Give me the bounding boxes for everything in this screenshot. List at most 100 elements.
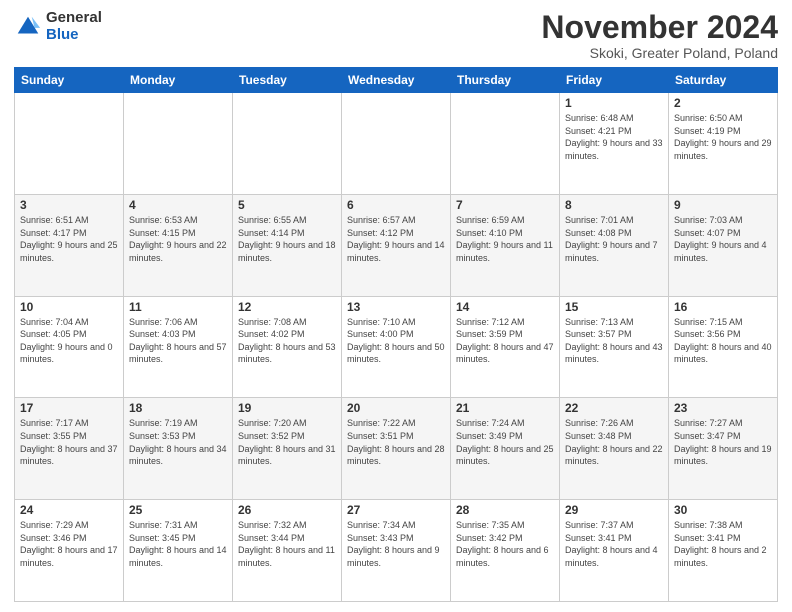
- cell-1-0: 3 Sunrise: 6:51 AMSunset: 4:17 PMDayligh…: [15, 194, 124, 296]
- day-info: Sunrise: 6:51 AMSunset: 4:17 PMDaylight:…: [20, 214, 118, 264]
- cell-2-0: 10 Sunrise: 7:04 AMSunset: 4:05 PMDaylig…: [15, 296, 124, 398]
- day-info: Sunrise: 7:13 AMSunset: 3:57 PMDaylight:…: [565, 316, 663, 366]
- day-number: 3: [20, 198, 118, 212]
- day-info: Sunrise: 7:26 AMSunset: 3:48 PMDaylight:…: [565, 417, 663, 467]
- day-number: 16: [674, 300, 772, 314]
- day-info: Sunrise: 7:04 AMSunset: 4:05 PMDaylight:…: [20, 316, 118, 366]
- day-info: Sunrise: 6:53 AMSunset: 4:15 PMDaylight:…: [129, 214, 227, 264]
- page: General Blue November 2024 Skoki, Greate…: [0, 0, 792, 612]
- day-info: Sunrise: 7:15 AMSunset: 3:56 PMDaylight:…: [674, 316, 772, 366]
- cell-2-2: 12 Sunrise: 7:08 AMSunset: 4:02 PMDaylig…: [233, 296, 342, 398]
- cell-3-2: 19 Sunrise: 7:20 AMSunset: 3:52 PMDaylig…: [233, 398, 342, 500]
- cell-1-3: 6 Sunrise: 6:57 AMSunset: 4:12 PMDayligh…: [342, 194, 451, 296]
- header-row: Sunday Monday Tuesday Wednesday Thursday…: [15, 68, 778, 93]
- header-friday: Friday: [560, 68, 669, 93]
- day-number: 7: [456, 198, 554, 212]
- cell-1-4: 7 Sunrise: 6:59 AMSunset: 4:10 PMDayligh…: [451, 194, 560, 296]
- logo-text: General Blue: [46, 10, 102, 43]
- month-title: November 2024: [541, 10, 778, 45]
- week-row-0: 1 Sunrise: 6:48 AMSunset: 4:21 PMDayligh…: [15, 93, 778, 195]
- day-number: 21: [456, 401, 554, 415]
- day-info: Sunrise: 7:03 AMSunset: 4:07 PMDaylight:…: [674, 214, 772, 264]
- cell-4-1: 25 Sunrise: 7:31 AMSunset: 3:45 PMDaylig…: [124, 500, 233, 602]
- day-number: 10: [20, 300, 118, 314]
- day-info: Sunrise: 7:20 AMSunset: 3:52 PMDaylight:…: [238, 417, 336, 467]
- logo-icon: [14, 13, 42, 41]
- cell-0-3: [342, 93, 451, 195]
- week-row-3: 17 Sunrise: 7:17 AMSunset: 3:55 PMDaylig…: [15, 398, 778, 500]
- day-info: Sunrise: 6:50 AMSunset: 4:19 PMDaylight:…: [674, 112, 772, 162]
- day-number: 20: [347, 401, 445, 415]
- cell-0-5: 1 Sunrise: 6:48 AMSunset: 4:21 PMDayligh…: [560, 93, 669, 195]
- day-number: 6: [347, 198, 445, 212]
- cell-2-4: 14 Sunrise: 7:12 AMSunset: 3:59 PMDaylig…: [451, 296, 560, 398]
- day-number: 27: [347, 503, 445, 517]
- cell-0-6: 2 Sunrise: 6:50 AMSunset: 4:19 PMDayligh…: [669, 93, 778, 195]
- day-number: 5: [238, 198, 336, 212]
- day-info: Sunrise: 6:48 AMSunset: 4:21 PMDaylight:…: [565, 112, 663, 162]
- cell-4-6: 30 Sunrise: 7:38 AMSunset: 3:41 PMDaylig…: [669, 500, 778, 602]
- cell-4-3: 27 Sunrise: 7:34 AMSunset: 3:43 PMDaylig…: [342, 500, 451, 602]
- header-thursday: Thursday: [451, 68, 560, 93]
- logo-blue: Blue: [46, 27, 102, 44]
- calendar-table: Sunday Monday Tuesday Wednesday Thursday…: [14, 67, 778, 602]
- day-info: Sunrise: 7:38 AMSunset: 3:41 PMDaylight:…: [674, 519, 772, 569]
- day-info: Sunrise: 7:10 AMSunset: 4:00 PMDaylight:…: [347, 316, 445, 366]
- day-number: 23: [674, 401, 772, 415]
- day-info: Sunrise: 7:17 AMSunset: 3:55 PMDaylight:…: [20, 417, 118, 467]
- cell-0-0: [15, 93, 124, 195]
- day-number: 17: [20, 401, 118, 415]
- cell-3-4: 21 Sunrise: 7:24 AMSunset: 3:49 PMDaylig…: [451, 398, 560, 500]
- day-number: 12: [238, 300, 336, 314]
- cell-3-5: 22 Sunrise: 7:26 AMSunset: 3:48 PMDaylig…: [560, 398, 669, 500]
- location: Skoki, Greater Poland, Poland: [541, 45, 778, 61]
- cell-0-2: [233, 93, 342, 195]
- day-number: 24: [20, 503, 118, 517]
- cell-0-4: [451, 93, 560, 195]
- logo-general: General: [46, 10, 102, 27]
- day-info: Sunrise: 7:34 AMSunset: 3:43 PMDaylight:…: [347, 519, 445, 569]
- header-tuesday: Tuesday: [233, 68, 342, 93]
- day-info: Sunrise: 6:55 AMSunset: 4:14 PMDaylight:…: [238, 214, 336, 264]
- top-section: General Blue November 2024 Skoki, Greate…: [14, 10, 778, 61]
- day-info: Sunrise: 7:08 AMSunset: 4:02 PMDaylight:…: [238, 316, 336, 366]
- day-info: Sunrise: 7:31 AMSunset: 3:45 PMDaylight:…: [129, 519, 227, 569]
- day-number: 22: [565, 401, 663, 415]
- cell-4-2: 26 Sunrise: 7:32 AMSunset: 3:44 PMDaylig…: [233, 500, 342, 602]
- day-info: Sunrise: 6:57 AMSunset: 4:12 PMDaylight:…: [347, 214, 445, 264]
- day-info: Sunrise: 7:29 AMSunset: 3:46 PMDaylight:…: [20, 519, 118, 569]
- day-info: Sunrise: 7:12 AMSunset: 3:59 PMDaylight:…: [456, 316, 554, 366]
- cell-1-2: 5 Sunrise: 6:55 AMSunset: 4:14 PMDayligh…: [233, 194, 342, 296]
- header-monday: Monday: [124, 68, 233, 93]
- day-number: 18: [129, 401, 227, 415]
- cell-2-6: 16 Sunrise: 7:15 AMSunset: 3:56 PMDaylig…: [669, 296, 778, 398]
- cell-2-5: 15 Sunrise: 7:13 AMSunset: 3:57 PMDaylig…: [560, 296, 669, 398]
- day-number: 15: [565, 300, 663, 314]
- cell-0-1: [124, 93, 233, 195]
- cell-4-4: 28 Sunrise: 7:35 AMSunset: 3:42 PMDaylig…: [451, 500, 560, 602]
- week-row-2: 10 Sunrise: 7:04 AMSunset: 4:05 PMDaylig…: [15, 296, 778, 398]
- cell-2-1: 11 Sunrise: 7:06 AMSunset: 4:03 PMDaylig…: [124, 296, 233, 398]
- day-info: Sunrise: 7:19 AMSunset: 3:53 PMDaylight:…: [129, 417, 227, 467]
- day-number: 29: [565, 503, 663, 517]
- day-number: 1: [565, 96, 663, 110]
- day-number: 25: [129, 503, 227, 517]
- day-info: Sunrise: 7:35 AMSunset: 3:42 PMDaylight:…: [456, 519, 554, 569]
- day-number: 13: [347, 300, 445, 314]
- cell-3-1: 18 Sunrise: 7:19 AMSunset: 3:53 PMDaylig…: [124, 398, 233, 500]
- day-number: 26: [238, 503, 336, 517]
- cell-3-6: 23 Sunrise: 7:27 AMSunset: 3:47 PMDaylig…: [669, 398, 778, 500]
- calendar: Sunday Monday Tuesday Wednesday Thursday…: [14, 67, 778, 602]
- header-wednesday: Wednesday: [342, 68, 451, 93]
- logo: General Blue: [14, 10, 102, 43]
- cell-3-0: 17 Sunrise: 7:17 AMSunset: 3:55 PMDaylig…: [15, 398, 124, 500]
- cell-4-0: 24 Sunrise: 7:29 AMSunset: 3:46 PMDaylig…: [15, 500, 124, 602]
- title-section: November 2024 Skoki, Greater Poland, Pol…: [541, 10, 778, 61]
- day-number: 28: [456, 503, 554, 517]
- day-number: 4: [129, 198, 227, 212]
- day-number: 11: [129, 300, 227, 314]
- header-saturday: Saturday: [669, 68, 778, 93]
- day-info: Sunrise: 7:32 AMSunset: 3:44 PMDaylight:…: [238, 519, 336, 569]
- day-info: Sunrise: 7:22 AMSunset: 3:51 PMDaylight:…: [347, 417, 445, 467]
- cell-1-5: 8 Sunrise: 7:01 AMSunset: 4:08 PMDayligh…: [560, 194, 669, 296]
